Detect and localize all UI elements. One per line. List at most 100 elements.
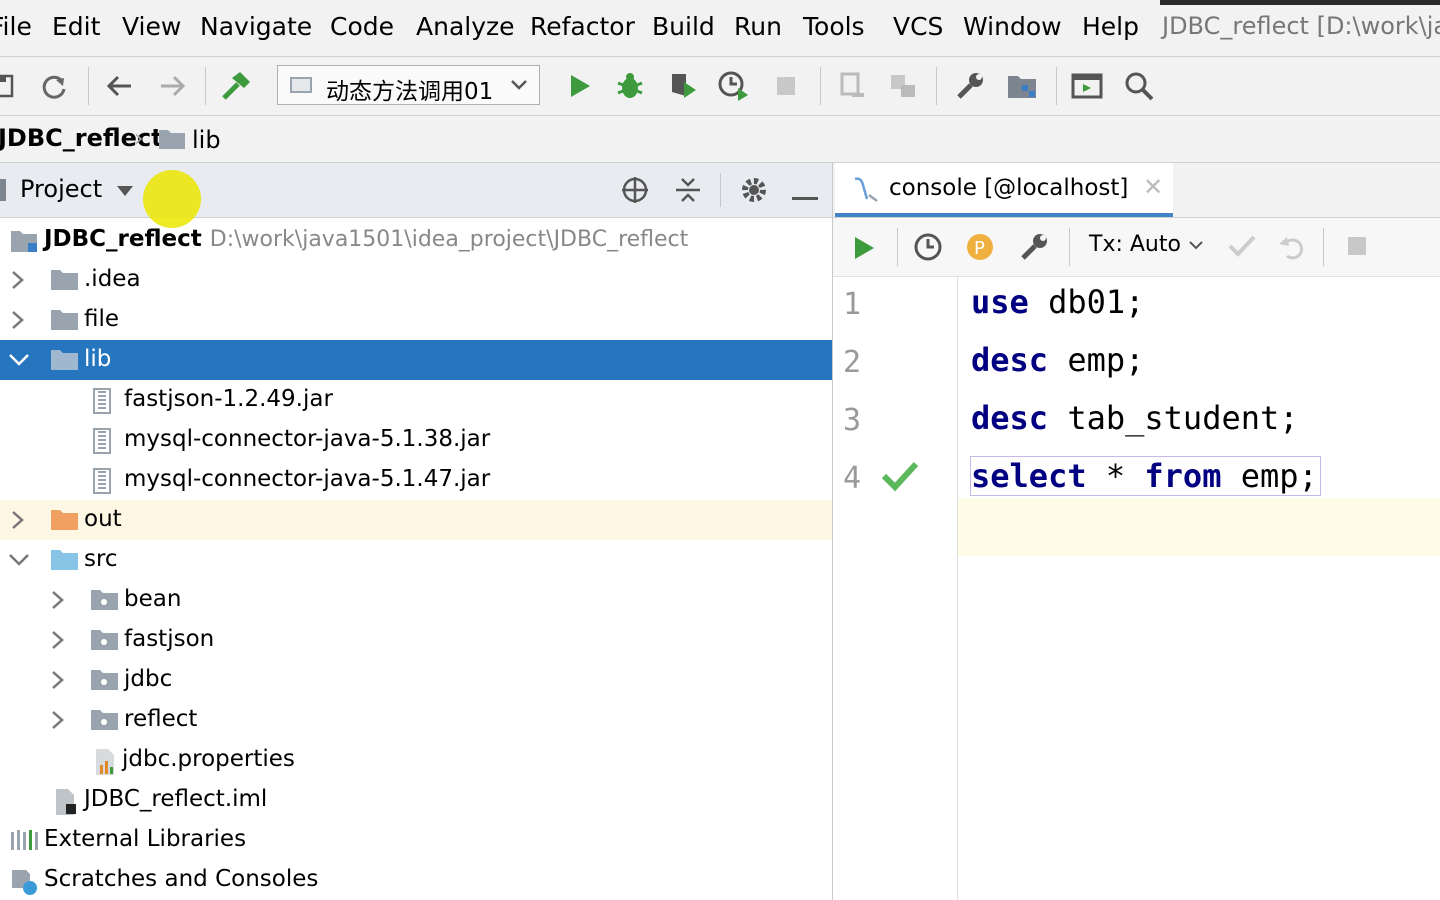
tree-item-label: reflect: [124, 706, 198, 732]
tree-item-src[interactable]: src: [0, 540, 832, 580]
chevron-right-icon[interactable]: [50, 670, 66, 694]
menu-analyze[interactable]: Analyze: [416, 12, 515, 41]
database-console-icon: [851, 175, 881, 207]
tree-item-external-libraries[interactable]: External Libraries: [0, 820, 832, 860]
tree-item-package[interactable]: bean: [0, 580, 832, 620]
profile-icon[interactable]: [717, 69, 751, 103]
tree-item-package[interactable]: fastjson: [0, 620, 832, 660]
stop-icon[interactable]: [1345, 234, 1369, 262]
debug-icon[interactable]: [613, 69, 647, 103]
menu-file[interactable]: File: [0, 12, 32, 41]
attach-debugger-icon[interactable]: [836, 69, 870, 103]
save-icon[interactable]: [0, 69, 20, 103]
package-icon: [90, 588, 120, 616]
jar-icon: [92, 388, 114, 418]
history-icon[interactable]: [913, 232, 943, 266]
code-line-selected-statement[interactable]: select * from emp;: [970, 456, 1321, 496]
line-number: 4: [843, 461, 862, 496]
chevron-right-icon[interactable]: [10, 510, 26, 534]
run-config-dropdown[interactable]: 动态方法调用01: [277, 65, 540, 105]
tree-item-jar[interactable]: fastjson-1.2.49.jar: [0, 380, 832, 420]
menu-edit[interactable]: Edit: [52, 12, 100, 41]
search-icon[interactable]: [1122, 69, 1156, 103]
tree-item-jar[interactable]: mysql-connector-java-5.1.38.jar: [0, 420, 832, 460]
code-line[interactable]: use db01;: [971, 283, 1144, 321]
tree-item-properties[interactable]: jdbc.properties: [0, 740, 832, 780]
checkmark-icon: [881, 460, 919, 498]
settings-wrench-icon[interactable]: [953, 69, 987, 103]
code-line[interactable]: desc emp;: [971, 341, 1144, 379]
tree-item-lib[interactable]: lib: [0, 340, 832, 380]
locate-icon[interactable]: [620, 175, 650, 209]
sync-icon[interactable]: [37, 69, 71, 103]
chevron-right-icon[interactable]: [10, 270, 26, 294]
window-layout-icon[interactable]: [1070, 69, 1104, 103]
chevron-down-icon[interactable]: [8, 552, 30, 572]
project-panel-header: Project: [0, 163, 832, 218]
module-icon: [10, 228, 40, 258]
chevron-right-icon[interactable]: [50, 710, 66, 734]
close-icon[interactable]: ✕: [1143, 173, 1163, 201]
coverage-icon[interactable]: [665, 69, 699, 103]
menu-refactor[interactable]: Refactor: [530, 12, 635, 41]
chevron-down-icon[interactable]: [8, 352, 30, 372]
collapse-all-icon[interactable]: [674, 175, 702, 209]
folder-icon: [158, 128, 186, 154]
tree-item-iml[interactable]: JDBC_reflect.iml: [0, 780, 832, 820]
tree-item-label: .idea: [84, 266, 141, 292]
menu-code[interactable]: Code: [330, 12, 394, 41]
project-panel: Project JDBC_reflect D:\work\java1501\id…: [0, 163, 833, 900]
breadcrumb-folder[interactable]: lib: [192, 126, 221, 154]
chevron-right-icon[interactable]: [50, 590, 66, 614]
folder-icon: [50, 268, 80, 296]
tree-item-project-root[interactable]: JDBC_reflect D:\work\java1501\idea_proje…: [0, 220, 832, 260]
sql-console-editor: console [@localhost] ✕ P Tx: Auto 1 2 3 …: [833, 163, 1440, 900]
tree-item-out[interactable]: out: [0, 500, 832, 540]
tree-item-file[interactable]: file: [0, 300, 832, 340]
tree-item-label: bean: [124, 586, 182, 612]
tree-item-jar[interactable]: mysql-connector-java-5.1.47.jar: [0, 460, 832, 500]
tree-item-package[interactable]: reflect: [0, 700, 832, 740]
run-config-icon: [290, 77, 312, 93]
back-icon[interactable]: [102, 69, 136, 103]
execute-icon[interactable]: [851, 234, 877, 266]
minimize-icon[interactable]: [792, 187, 820, 206]
tree-item-idea[interactable]: .idea: [0, 260, 832, 300]
editor-tab-bar: console [@localhost] ✕: [833, 163, 1440, 218]
deploy-icon[interactable]: [886, 69, 920, 103]
menu-build[interactable]: Build: [652, 12, 715, 41]
menu-vcs[interactable]: VCS: [893, 12, 943, 41]
breadcrumb: JDBC_reflect › lib: [0, 116, 1440, 163]
tree-item-scratches[interactable]: Scratches and Consoles: [0, 860, 832, 900]
forward-icon[interactable]: [156, 69, 190, 103]
menu-help[interactable]: Help: [1082, 12, 1139, 41]
rollback-icon[interactable]: [1277, 232, 1307, 266]
run-icon[interactable]: [562, 69, 596, 103]
tree-item-label: jdbc.properties: [122, 746, 295, 772]
menu-tools[interactable]: Tools: [803, 12, 865, 41]
tree-item-label: Scratches and Consoles: [44, 866, 319, 892]
build-hammer-icon[interactable]: [219, 69, 253, 103]
settings-wrench-icon[interactable]: [1019, 232, 1049, 266]
tree-item-package[interactable]: jdbc: [0, 660, 832, 700]
project-view-selector[interactable]: Project: [20, 175, 102, 203]
chevron-down-icon[interactable]: [116, 183, 134, 202]
chevron-right-icon[interactable]: [50, 630, 66, 654]
parameters-icon[interactable]: P: [965, 232, 995, 266]
menu-run[interactable]: Run: [734, 12, 782, 41]
chevron-right-icon[interactable]: [10, 310, 26, 334]
folder-icon: [50, 308, 80, 336]
menu-window[interactable]: Window: [963, 12, 1062, 41]
main-toolbar: 动态方法调用01: [0, 57, 1440, 116]
menu-view[interactable]: View: [122, 12, 181, 41]
commit-icon[interactable]: [1227, 232, 1257, 264]
project-structure-icon[interactable]: [1005, 69, 1039, 103]
console-toolbar: P Tx: Auto: [833, 218, 1440, 277]
stop-icon[interactable]: [769, 69, 803, 103]
tab-console[interactable]: console [@localhost] ✕: [835, 163, 1173, 217]
menu-navigate[interactable]: Navigate: [200, 12, 312, 41]
code-line[interactable]: desc tab_student;: [971, 399, 1299, 437]
transaction-mode-dropdown[interactable]: Tx: Auto: [1089, 232, 1204, 257]
iml-file-icon: [52, 788, 80, 820]
gear-icon[interactable]: [739, 175, 769, 209]
